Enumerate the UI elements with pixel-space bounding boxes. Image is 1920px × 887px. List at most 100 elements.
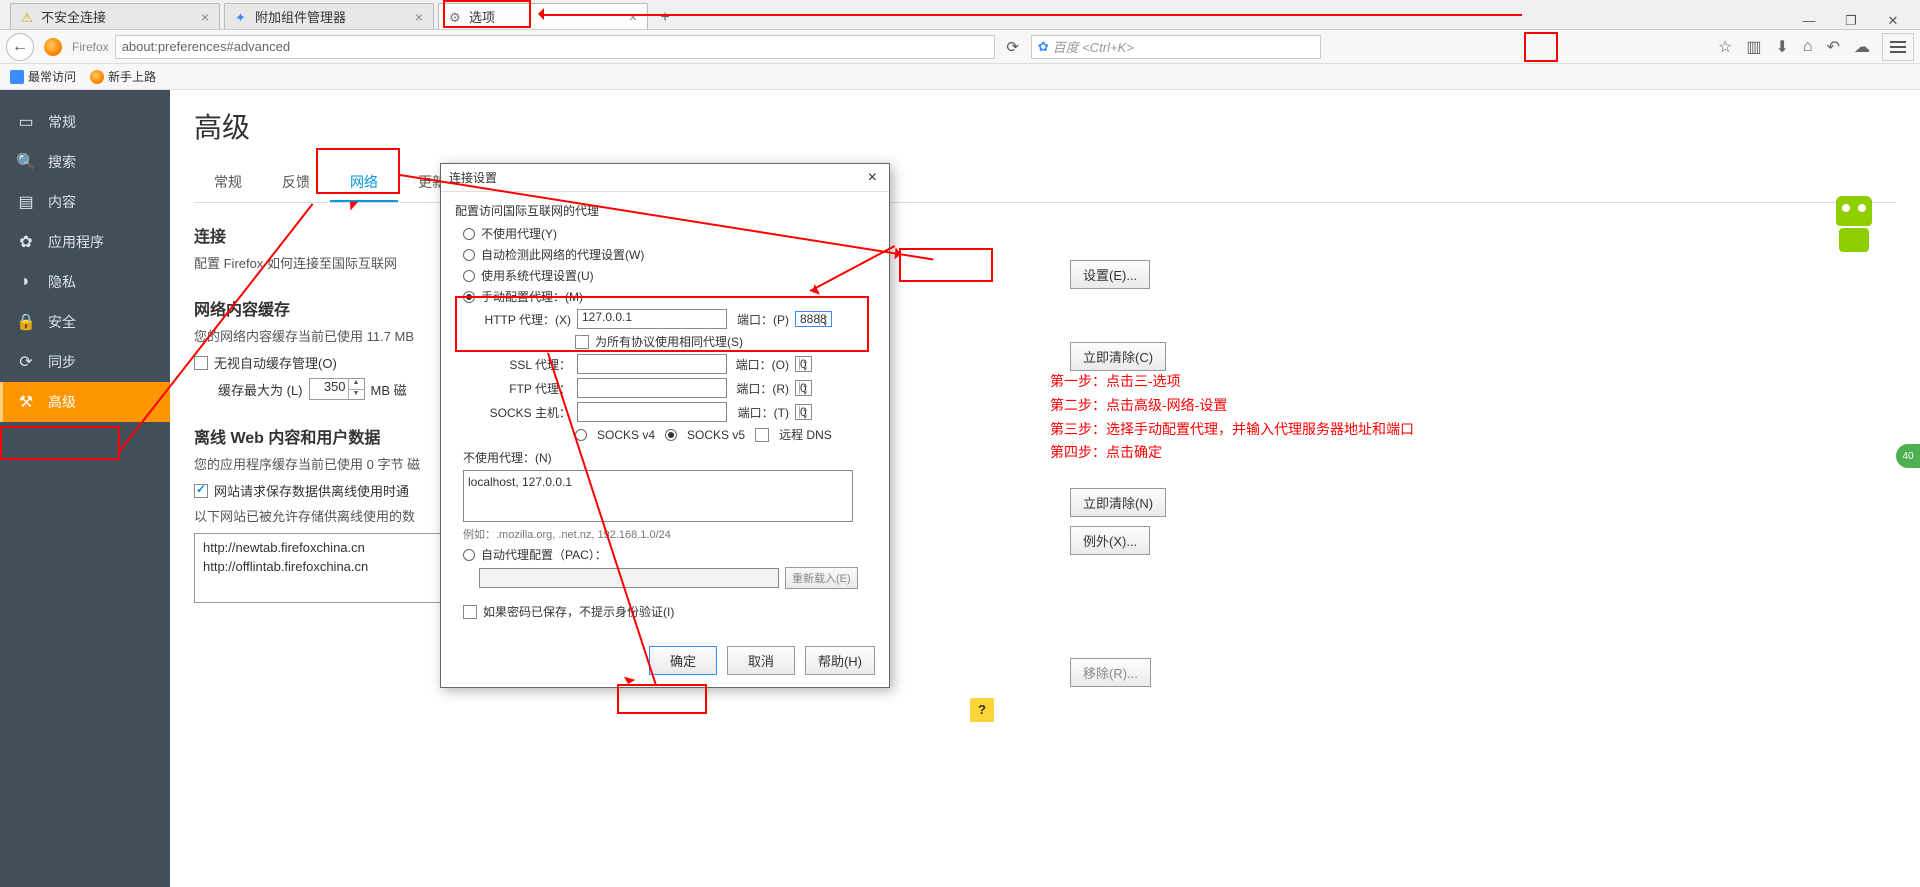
sidebar-item-search[interactable]: 🔍搜索 <box>0 142 170 182</box>
no-prompt-checkbox[interactable] <box>463 605 477 619</box>
dialog-heading: 配置访问国际互联网的代理 <box>455 202 875 219</box>
tab-label: 不安全连接 <box>41 7 106 26</box>
reload-button[interactable]: ⟳ <box>1001 38 1025 56</box>
puzzle-icon: ✦ <box>235 10 249 24</box>
bookmark-most-visited[interactable]: 最常访问 <box>10 68 76 85</box>
browser-label: Firefox <box>72 40 109 54</box>
http-label: HTTP 代理：(X) <box>479 311 571 328</box>
bookmark-getting-started[interactable]: 新手上路 <box>90 68 156 85</box>
bookmark-bar: 最常访问 新手上路 <box>0 64 1920 90</box>
tab-options[interactable]: ⚙ 选项 × <box>438 3 648 29</box>
radio-manual[interactable] <box>463 291 475 303</box>
subtab-feedback[interactable]: 反馈 <box>262 164 330 202</box>
sidebar-item-apps[interactable]: ✿应用程序 <box>0 222 170 262</box>
sidebar-item-security[interactable]: 🔒安全 <box>0 302 170 342</box>
folder-icon <box>10 70 24 84</box>
sidebar-item-content[interactable]: ▤内容 <box>0 182 170 222</box>
lock-icon: 🔒 <box>16 312 36 332</box>
gear-icon: ⚙ <box>449 10 463 24</box>
radio-socks5[interactable] <box>665 429 677 441</box>
noproxy-input[interactable]: localhost, 127.0.0.1 <box>463 470 853 522</box>
back-button[interactable]: ← <box>6 33 34 61</box>
minimize-button[interactable]: — <box>1796 13 1822 29</box>
title-bar: ⚠ 不安全连接 × ✦ 附加组件管理器 × ⚙ 选项 × + — ❐ ✕ <box>0 0 1920 30</box>
new-tab-button[interactable]: + <box>652 7 678 29</box>
search-icon: 🔍 <box>16 152 36 172</box>
ftp-port-label: 端口：(R) <box>733 380 789 397</box>
green-badge[interactable]: 40 <box>1896 444 1920 468</box>
sidebar-item-sync[interactable]: ⟳同步 <box>0 342 170 382</box>
http-port-label: 端口：(P) <box>733 311 789 328</box>
cache-limit-input[interactable]: 350 ▲▼ <box>309 378 365 400</box>
ftp-proxy-input[interactable] <box>577 378 727 398</box>
clear-offline-button[interactable]: 立即清除(N) <box>1070 488 1166 517</box>
firefox-icon <box>44 38 62 56</box>
help-badge[interactable]: ? <box>970 698 994 722</box>
warning-icon: ⚠ <box>21 10 35 24</box>
star-icon[interactable]: ☆ <box>1718 37 1732 57</box>
menu-button[interactable] <box>1882 33 1914 61</box>
ftp-label: FTP 代理： <box>479 380 571 397</box>
radio-system[interactable] <box>463 270 475 282</box>
noproxy-example: 例如：.mozilla.org, .net.nz, 192.168.1.0/24 <box>463 526 875 542</box>
maximize-button[interactable]: ❐ <box>1838 13 1864 29</box>
cache-limit-label-pre: 缓存最大为 (L) <box>218 380 303 399</box>
radio-auto-detect[interactable] <box>463 249 475 261</box>
page-icon: ▤ <box>16 192 36 212</box>
connection-settings-dialog: 连接设置 × 配置访问国际互联网的代理 不使用代理(Y) 自动检测此网络的代理设… <box>440 163 890 688</box>
clear-cache-button[interactable]: 立即清除(C) <box>1070 342 1166 371</box>
sync-icon[interactable]: ☁ <box>1854 37 1870 57</box>
socks-port-label: 端口：(T) <box>733 404 789 421</box>
noproxy-label: 不使用代理：(N) <box>463 449 875 466</box>
ok-button[interactable]: 确定 <box>649 646 717 675</box>
override-cache-label: 无视自动缓存管理(O) <box>214 353 337 372</box>
url-text: about:preferences#advanced <box>122 39 290 54</box>
page-title: 高级 <box>194 106 1896 146</box>
exceptions-button[interactable]: 例外(X)... <box>1070 526 1150 555</box>
close-icon[interactable]: × <box>415 9 423 25</box>
url-bar[interactable]: about:preferences#advanced <box>115 35 995 59</box>
radio-no-proxy[interactable] <box>463 228 475 240</box>
mask-icon: ◗ <box>16 272 36 292</box>
close-icon[interactable]: × <box>864 169 881 187</box>
pac-url-input[interactable] <box>479 568 779 588</box>
library-icon[interactable]: ▥ <box>1746 37 1761 57</box>
help-button[interactable]: 帮助(H) <box>805 646 875 675</box>
tab-label: 附加组件管理器 <box>255 7 346 26</box>
remove-button[interactable]: 移除(R)... <box>1070 658 1151 687</box>
remote-dns-checkbox[interactable] <box>755 428 769 442</box>
download-icon[interactable]: ⬇ <box>1776 37 1789 57</box>
tab-addons[interactable]: ✦ 附加组件管理器 × <box>224 3 434 29</box>
main: ▭常规 🔍搜索 ▤内容 ✿应用程序 ◗隐私 🔒安全 ⟳同步 ⚒高级 高级 常规 … <box>0 90 1920 887</box>
socks-host-input[interactable] <box>577 402 727 422</box>
search-input[interactable]: ✿百度 <Ctrl+K> <box>1031 35 1321 59</box>
sidebar-item-general[interactable]: ▭常规 <box>0 102 170 142</box>
close-button[interactable]: ✕ <box>1880 13 1906 29</box>
tab-insecure[interactable]: ⚠ 不安全连接 × <box>10 3 220 29</box>
close-icon[interactable]: × <box>201 9 209 25</box>
close-icon[interactable]: × <box>629 9 637 25</box>
content: 高级 常规 反馈 网络 更新 连接 配置 Firefox 如何连接至国际互联网 … <box>170 90 1920 887</box>
subtab-network[interactable]: 网络 <box>330 164 398 202</box>
tools-icon: ⚒ <box>16 392 36 412</box>
firefox-icon <box>90 70 104 84</box>
same-proxy-checkbox[interactable] <box>575 335 589 349</box>
search-placeholder: 百度 <Ctrl+K> <box>1053 37 1134 56</box>
dialog-titlebar: 连接设置 × <box>441 164 889 192</box>
sidebar-item-privacy[interactable]: ◗隐私 <box>0 262 170 302</box>
sidebar: ▭常规 🔍搜索 ▤内容 ✿应用程序 ◗隐私 🔒安全 ⟳同步 ⚒高级 <box>0 90 170 887</box>
notify-offline-checkbox[interactable] <box>194 484 208 498</box>
sidebar-item-advanced[interactable]: ⚒高级 <box>0 382 170 422</box>
home-icon[interactable]: ⌂ <box>1803 38 1813 56</box>
settings-button[interactable]: 设置(E)... <box>1070 260 1150 289</box>
override-cache-checkbox[interactable] <box>194 356 208 370</box>
reload-pac-button[interactable]: 重新载入(E) <box>785 567 858 589</box>
ssl-label: SSL 代理： <box>479 356 571 373</box>
radio-pac[interactable] <box>463 549 475 561</box>
http-proxy-input[interactable]: 127.0.0.1 <box>577 309 727 329</box>
cancel-button[interactable]: 取消 <box>727 646 795 675</box>
ssl-proxy-input[interactable] <box>577 354 727 374</box>
undo-icon[interactable]: ↶ <box>1827 37 1840 57</box>
subtab-general[interactable]: 常规 <box>194 164 262 202</box>
radio-socks4[interactable] <box>575 429 587 441</box>
